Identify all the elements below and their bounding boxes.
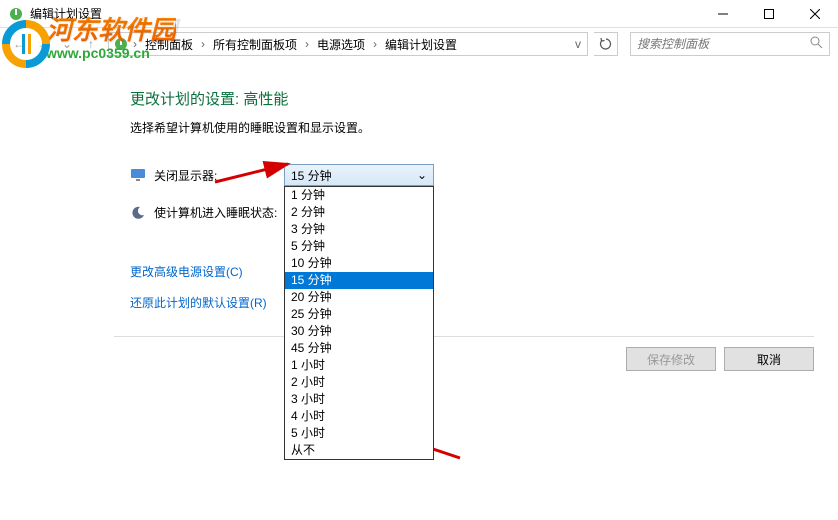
dropdown-item[interactable]: 1 小时 bbox=[285, 357, 433, 374]
heading-plan-name: 高性能 bbox=[243, 91, 288, 108]
dropdown-item[interactable]: 20 分钟 bbox=[285, 289, 433, 306]
sleep-row: 使计算机进入睡眠状态: bbox=[130, 204, 838, 221]
dropdown-item[interactable]: 5 分钟 bbox=[285, 238, 433, 255]
power-plan-icon bbox=[113, 36, 129, 52]
dropdown-item[interactable]: 4 小时 bbox=[285, 408, 433, 425]
breadcrumb-path[interactable]: › 控制面板 › 所有控制面板项 › 电源选项 › 编辑计划设置 v bbox=[108, 32, 588, 56]
chevron-right-icon: › bbox=[371, 37, 379, 51]
dropdown-item[interactable]: 1 分钟 bbox=[285, 187, 433, 204]
dropdown-item[interactable]: 45 分钟 bbox=[285, 340, 433, 357]
window-title: 编辑计划设置 bbox=[30, 5, 700, 22]
dropdown-item[interactable]: 3 分钟 bbox=[285, 221, 433, 238]
heading-prefix: 更改计划的设置: bbox=[130, 91, 239, 108]
dropdown-item[interactable]: 5 小时 bbox=[285, 425, 433, 442]
content-area: 更改计划的设置: 高性能 选择希望计算机使用的睡眠设置和显示设置。 关闭显示器:… bbox=[0, 60, 838, 520]
dropdown-button[interactable]: 15 分钟 ⌄ bbox=[284, 164, 434, 186]
refresh-button[interactable] bbox=[594, 32, 618, 56]
dropdown-item[interactable]: 25 分钟 bbox=[285, 306, 433, 323]
titlebar: 编辑计划设置 bbox=[0, 0, 838, 28]
display-off-label: 关闭显示器: bbox=[154, 167, 284, 184]
app-icon bbox=[8, 6, 24, 22]
breadcrumb-item[interactable]: 所有控制面板项 bbox=[209, 36, 301, 53]
close-button[interactable] bbox=[792, 0, 838, 28]
restore-defaults-link[interactable]: 还原此计划的默认设置(R) bbox=[130, 294, 838, 311]
breadcrumb-bar: ← → ⌄ ↑ › 控制面板 › 所有控制面板项 › 电源选项 › 编辑计划设置… bbox=[0, 28, 838, 60]
dropdown-item[interactable]: 2 分钟 bbox=[285, 204, 433, 221]
refresh-icon bbox=[599, 37, 613, 51]
breadcrumb-item[interactable]: 编辑计划设置 bbox=[381, 36, 461, 53]
dropdown-item[interactable]: 从不 bbox=[285, 442, 433, 459]
dropdown-value: 15 分钟 bbox=[291, 167, 332, 184]
search-box[interactable] bbox=[630, 32, 830, 56]
up-button[interactable]: ↑ bbox=[80, 33, 102, 55]
dropdown-item[interactable]: 30 分钟 bbox=[285, 323, 433, 340]
breadcrumb-item[interactable]: 控制面板 bbox=[141, 36, 197, 53]
button-row: 保存修改 取消 bbox=[114, 336, 814, 371]
dropdown-list[interactable]: 1 分钟2 分钟3 分钟5 分钟10 分钟15 分钟20 分钟25 分钟30 分… bbox=[284, 186, 434, 460]
moon-icon bbox=[130, 205, 146, 221]
maximize-button[interactable] bbox=[746, 0, 792, 28]
dropdown-item[interactable]: 15 分钟 bbox=[285, 272, 433, 289]
save-button[interactable]: 保存修改 bbox=[626, 347, 716, 371]
forward-button[interactable]: → bbox=[32, 33, 54, 55]
chevron-down-icon: ⌄ bbox=[417, 168, 427, 182]
chevron-right-icon: › bbox=[303, 37, 311, 51]
monitor-icon bbox=[130, 167, 146, 183]
breadcrumb-item[interactable]: 电源选项 bbox=[313, 36, 369, 53]
display-off-row: 关闭显示器: 15 分钟 ⌄ 1 分钟2 分钟3 分钟5 分钟10 分钟15 分… bbox=[130, 164, 838, 186]
back-button[interactable]: ← bbox=[8, 33, 30, 55]
recent-dropdown[interactable]: ⌄ bbox=[56, 33, 78, 55]
sleep-label: 使计算机进入睡眠状态: bbox=[154, 204, 284, 221]
page-subheading: 选择希望计算机使用的睡眠设置和显示设置。 bbox=[130, 119, 838, 136]
dropdown-item[interactable]: 10 分钟 bbox=[285, 255, 433, 272]
chevron-right-icon: › bbox=[131, 37, 139, 51]
dropdown-item[interactable]: 2 小时 bbox=[285, 374, 433, 391]
display-off-dropdown[interactable]: 15 分钟 ⌄ 1 分钟2 分钟3 分钟5 分钟10 分钟15 分钟20 分钟2… bbox=[284, 164, 434, 186]
minimize-button[interactable] bbox=[700, 0, 746, 28]
search-icon[interactable] bbox=[810, 36, 823, 52]
search-input[interactable] bbox=[637, 37, 810, 51]
cancel-button[interactable]: 取消 bbox=[724, 347, 814, 371]
page-heading: 更改计划的设置: 高性能 bbox=[130, 88, 838, 109]
breadcrumb-history-sep: v bbox=[573, 37, 583, 51]
dropdown-item[interactable]: 3 小时 bbox=[285, 391, 433, 408]
chevron-right-icon: › bbox=[199, 37, 207, 51]
advanced-settings-link[interactable]: 更改高级电源设置(C) bbox=[130, 263, 838, 280]
